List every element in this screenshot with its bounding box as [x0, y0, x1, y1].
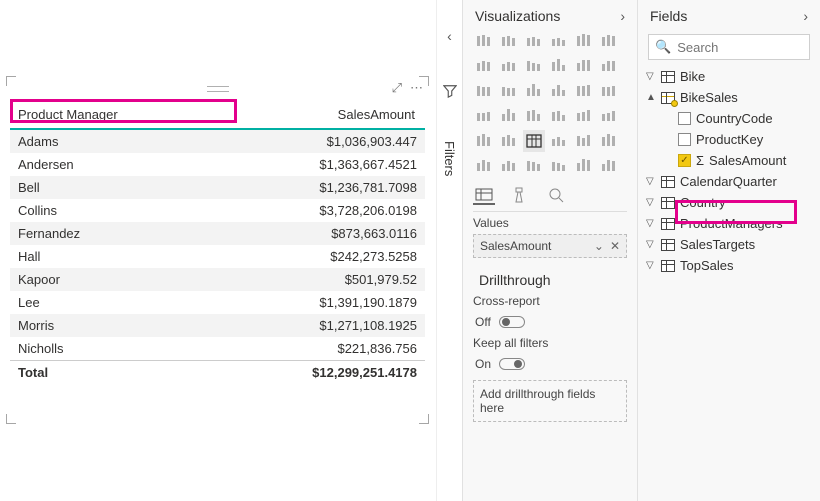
table-row[interactable]: Nicholls$221,836.756	[10, 337, 425, 361]
table-bike[interactable]: ▽Bike	[644, 66, 814, 87]
keep-filters-state: On	[475, 357, 491, 371]
fields-tab[interactable]	[473, 185, 495, 205]
fields-pane: Fields › 🔍 ▽Bike ▲BikeSales CountryCode …	[637, 0, 820, 501]
viz-stacked-column-icon[interactable]	[523, 30, 545, 52]
table-country[interactable]: ▽Country	[644, 192, 814, 213]
column-header-product-manager[interactable]: Product Manager	[10, 102, 213, 129]
collapse-viz-icon[interactable]: ›	[620, 8, 625, 24]
table-row[interactable]: Fernandez$873,663.0116	[10, 222, 425, 245]
field-countrycode[interactable]: CountryCode	[644, 108, 814, 129]
viz-clustered-bar-icon[interactable]	[498, 30, 520, 52]
viz-ribbon-icon[interactable]	[598, 55, 620, 77]
viz-100-column-icon[interactable]	[598, 30, 620, 52]
filters-label: Filters	[442, 141, 457, 176]
cross-report-toggle[interactable]	[499, 316, 525, 328]
field-remove-icon[interactable]: ✕	[610, 239, 620, 253]
table-row[interactable]: Lee$1,391,190.1879	[10, 291, 425, 314]
field-salesamount[interactable]: ΣSalesAmount	[644, 150, 814, 171]
sigma-icon: Σ	[696, 153, 704, 168]
viz-pie-icon[interactable]	[548, 80, 570, 102]
visualizations-pane: Visualizations › Values SalesAmount ⌄ ✕ …	[462, 0, 637, 501]
data-table: Product Manager SalesAmount Adams$1,036,…	[10, 102, 425, 384]
field-dropdown-icon[interactable]: ⌄	[594, 239, 604, 253]
table-salestargets[interactable]: ▽SalesTargets	[644, 234, 814, 255]
filters-pane-collapsed[interactable]: ‹ Filters	[436, 0, 462, 501]
resize-handle-bl[interactable]	[6, 414, 16, 424]
viz-card-icon[interactable]	[573, 105, 595, 127]
analytics-tab[interactable]	[545, 185, 567, 205]
table-visual[interactable]: ⤢ ⋯ Product Manager SalesAmount Adams$1,…	[10, 80, 425, 420]
viz-shape-map-icon[interactable]	[523, 105, 545, 127]
total-value: $12,299,251.4178	[213, 361, 425, 385]
table-row[interactable]: Bell$1,236,781.7098	[10, 176, 425, 199]
viz-funnel-icon[interactable]	[498, 80, 520, 102]
viz-multi-card-icon[interactable]	[598, 105, 620, 127]
table-row[interactable]: Kapoor$501,979.52	[10, 268, 425, 291]
table-bikesales[interactable]: ▲BikeSales	[644, 87, 814, 108]
viz-paginated-icon[interactable]	[548, 155, 570, 177]
viz-donut-icon[interactable]	[573, 80, 595, 102]
visualization-type-grid	[473, 30, 627, 177]
table-row[interactable]: Morris$1,271,108.1925	[10, 314, 425, 337]
cross-report-state: Off	[475, 315, 491, 329]
cross-report-label: Cross-report	[473, 294, 627, 308]
visualizations-title: Visualizations	[475, 8, 560, 24]
keep-filters-label: Keep all filters	[473, 336, 627, 350]
table-calendarquarter[interactable]: ▽CalendarQuarter	[644, 171, 814, 192]
funnel-icon	[443, 84, 457, 101]
viz-area-icon[interactable]	[498, 55, 520, 77]
table-row[interactable]: Collins$3,728,206.0198	[10, 199, 425, 222]
values-label: Values	[473, 216, 627, 230]
viz-filled-map-icon[interactable]	[498, 105, 520, 127]
table-topsales[interactable]: ▽TopSales	[644, 255, 814, 276]
expand-filters-icon[interactable]: ‹	[447, 28, 452, 44]
keep-filters-toggle[interactable]	[499, 358, 525, 370]
total-label: Total	[10, 361, 213, 385]
viz-line-column-icon[interactable]	[548, 55, 570, 77]
well-field-name: SalesAmount	[480, 239, 551, 253]
viz-key-influencers-icon[interactable]	[473, 155, 495, 177]
column-header-salesamount[interactable]: SalesAmount	[213, 102, 425, 129]
viz-line-icon[interactable]	[473, 55, 495, 77]
table-row[interactable]: Andersen$1,363,667.4521	[10, 153, 425, 176]
viz-slicer-icon[interactable]	[498, 130, 520, 152]
viz-qna-icon[interactable]	[523, 155, 545, 177]
fields-title: Fields	[650, 8, 687, 24]
table-row[interactable]: Hall$242,273.5258	[10, 245, 425, 268]
drillthrough-drop[interactable]: Add drillthrough fields here	[473, 380, 627, 422]
viz-kpi-icon[interactable]	[473, 130, 495, 152]
viz-powerapp-icon[interactable]	[573, 155, 595, 177]
viz-matrix-icon[interactable]	[548, 130, 570, 152]
table-row[interactable]: Adams$1,036,903.447	[10, 129, 425, 153]
resize-handle-br[interactable]	[419, 414, 429, 424]
viz-stacked-area-icon[interactable]	[523, 55, 545, 77]
viz-table-icon[interactable]	[523, 130, 545, 152]
viz-r-visual-icon[interactable]	[573, 130, 595, 152]
drillthrough-title: Drillthrough	[479, 272, 627, 288]
table-productmanagers[interactable]: ▽ProductManagers	[644, 213, 814, 234]
viz-gauge-icon[interactable]	[548, 105, 570, 127]
viz-100-bar-icon[interactable]	[573, 30, 595, 52]
field-productkey[interactable]: ProductKey	[644, 129, 814, 150]
format-tab[interactable]	[509, 185, 531, 205]
collapse-fields-icon[interactable]: ›	[803, 8, 808, 24]
focus-mode-icon[interactable]: ⤢	[392, 80, 402, 96]
search-icon: 🔍	[655, 39, 671, 55]
viz-stacked-bar-icon[interactable]	[473, 30, 495, 52]
viz-scatter-icon[interactable]	[523, 80, 545, 102]
more-options-icon[interactable]: ⋯	[410, 80, 423, 96]
viz-waterfall-icon[interactable]	[473, 80, 495, 102]
values-field-well[interactable]: SalesAmount ⌄ ✕	[473, 234, 627, 258]
visual-drag-handle[interactable]	[207, 86, 229, 92]
viz-py-visual-icon[interactable]	[598, 130, 620, 152]
viz-clustered-column-icon[interactable]	[548, 30, 570, 52]
viz-decomposition-icon[interactable]	[498, 155, 520, 177]
fields-search[interactable]: 🔍	[648, 34, 810, 60]
report-canvas[interactable]: ⤢ ⋯ Product Manager SalesAmount Adams$1,…	[0, 0, 436, 501]
viz-treemap-icon[interactable]	[598, 80, 620, 102]
viz-line-column2-icon[interactable]	[573, 55, 595, 77]
search-input[interactable]	[677, 40, 803, 55]
viz-map-icon[interactable]	[473, 105, 495, 127]
viz-more-icon[interactable]	[598, 155, 620, 177]
